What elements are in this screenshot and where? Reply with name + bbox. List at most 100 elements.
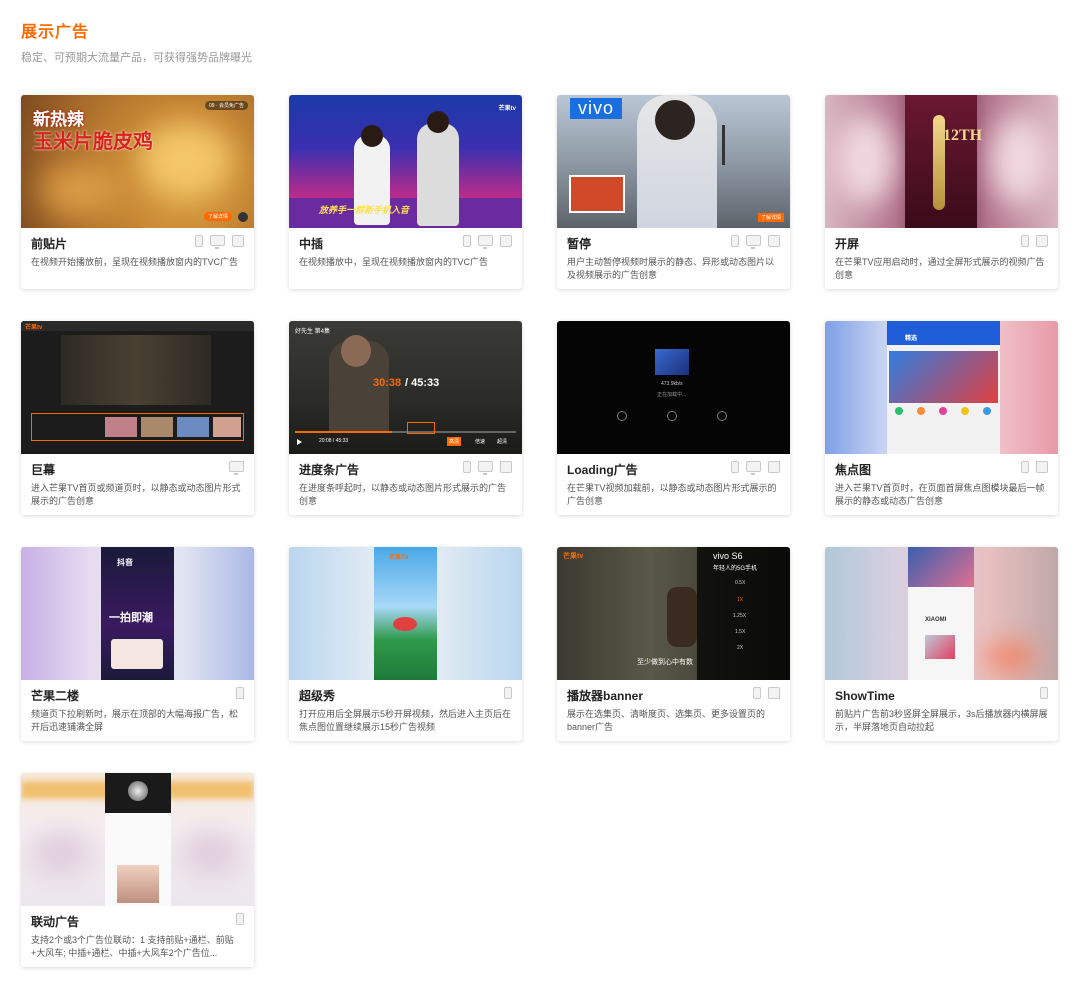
tablet-icon — [1036, 461, 1048, 473]
device-icons — [731, 235, 780, 249]
tv-icon — [746, 235, 761, 249]
tv-icon — [229, 461, 244, 475]
device-icons — [463, 235, 512, 249]
card-description: 频道页下拉刷新时，展示在顶部的大幅海报广告，松开后迅速铺满全屏 — [31, 709, 239, 732]
thumb-preroll: 新热辣 玉米片脆皮鸡 09 · 会员免广告 了解详情 — [21, 95, 254, 228]
thumb-midroll: 芒果tv 放养手一群新手机入音 — [289, 95, 522, 228]
phone-icon — [463, 461, 471, 473]
tablet-icon — [768, 235, 780, 247]
card-description: 在视频开始播放前，呈现在视频播放窗内的TVC广告 — [31, 257, 239, 267]
card-title: 焦点图 — [835, 463, 872, 477]
tablet-icon — [500, 235, 512, 247]
card-description: 展示在选集页、清晰度页、选集页、更多设置页的banner广告 — [567, 709, 766, 732]
touch-hint-icon — [717, 411, 727, 421]
card-description: 进入芒果TV首页或频道页时，以静态或动态图片形式展示的广告创意 — [31, 483, 241, 506]
card-description: 在进度条呼起时，以静态或动态图片形式展示的广告创意 — [299, 483, 507, 506]
section-subtitle: 稳定、可预期大流量产品，可获得强势品牌曝光 — [21, 52, 252, 64]
resolution-button[interactable]: 超清 — [497, 438, 507, 445]
progress-bar[interactable] — [295, 431, 516, 433]
card-title: 联动广告 — [31, 915, 80, 929]
ad-card-showtime[interactable]: XIAOMI ShowTime 前贴片广告前3秒竖屏全屏展示，3s后播放器内横屏… — [825, 547, 1058, 741]
device-icons — [229, 461, 244, 475]
ad-card-super-show[interactable]: 芒果TV 超级秀 打开应用后全屏展示5秒开屏视频，然后进入主页后在焦点图位置继续… — [289, 547, 522, 741]
card-title: 暂停 — [567, 237, 592, 251]
tablet-icon — [232, 235, 244, 247]
section-title: 展示广告 — [21, 24, 90, 41]
thumb-showtime: XIAOMI — [825, 547, 1058, 680]
touch-hint-icon — [667, 411, 677, 421]
phone-icon — [1021, 461, 1029, 473]
thumb-progress-bar: 好先生 第4集 30:38 / 45:33 20:08 / 45:33 高清 倍… — [289, 321, 522, 454]
ad-card-mango-second-floor[interactable]: 抖音 一拍即潮 芒果二楼 频道页下拉刷新时，展示在顶部的大幅海报广告，松开后迅速… — [21, 547, 254, 741]
card-title: Loading广告 — [567, 463, 638, 477]
card-title: ShowTime — [835, 689, 895, 703]
speed-option[interactable]: 1X — [737, 597, 743, 603]
card-title: 中插 — [299, 237, 324, 251]
play-icon[interactable] — [297, 439, 302, 445]
tv-icon — [210, 235, 225, 249]
speed-option[interactable]: 1.25X — [733, 613, 746, 619]
thumb-super-show: 芒果TV — [289, 547, 522, 680]
phone-icon — [236, 687, 244, 699]
touch-hint-icon — [617, 411, 627, 421]
thumb-player-banner: 芒果tv vivo S6 年轻人的5G手机 0.5X 1X 1.25X 1.5X… — [557, 547, 790, 680]
quality-badge[interactable]: 高清 — [447, 437, 462, 446]
learn-more-button[interactable]: 了解详情 — [203, 212, 232, 221]
card-description: 在视频播放中，呈现在视频播放窗内的TVC广告 — [299, 257, 489, 267]
card-title: 进度条广告 — [299, 463, 360, 477]
ad-card-focus-image[interactable]: 精选 焦点图 进入芒果TV首页时，在页面首屏焦点图模块最后一帧展示的静态或动态广… — [825, 321, 1058, 515]
device-icons — [1040, 687, 1048, 699]
ad-card-giant-screen[interactable]: 芒果tv 巨幕 进入芒果TV首页或频道页时，以静态或动态图片形式展示的广告创意 — [21, 321, 254, 515]
phone-icon — [1021, 235, 1029, 247]
phone-icon — [195, 235, 203, 247]
phone-icon — [504, 687, 512, 699]
thumb-focus-image: 精选 — [825, 321, 1058, 454]
tv-icon — [478, 235, 493, 249]
tablet-icon — [1036, 235, 1048, 247]
device-icons — [731, 461, 780, 475]
card-title: 芒果二楼 — [31, 689, 80, 703]
phone-icon — [731, 461, 739, 473]
speed-button[interactable]: 倍速 — [475, 438, 485, 445]
speed-option[interactable]: 2X — [737, 645, 743, 651]
tv-icon — [478, 461, 493, 475]
phone-icon — [236, 913, 244, 925]
learn-more-button[interactable]: 了解详情 — [757, 213, 784, 222]
card-description: 支持2个或3个广告位联动：1 支持前贴+通栏、前贴+大风车; 中插+通栏、中插+… — [31, 935, 234, 958]
phone-icon — [1040, 687, 1048, 699]
card-title: 播放器banner — [567, 689, 644, 703]
ad-product-grid: 新热辣 玉米片脆皮鸡 09 · 会员免广告 了解详情 前贴片 在视频开始播放前，… — [21, 95, 1061, 967]
ad-card-midroll[interactable]: 芒果tv 放养手一群新手机入音 中插 在视频播放中，呈现在视频播放窗内的TVC广… — [289, 95, 522, 289]
card-description: 打开应用后全屏展示5秒开屏视频，然后进入主页后在焦点图位置继续展示15秒广告视频 — [299, 709, 512, 732]
ad-card-preroll[interactable]: 新热辣 玉米片脆皮鸡 09 · 会员免广告 了解详情 前贴片 在视频开始播放前，… — [21, 95, 254, 289]
card-title: 巨幕 — [31, 463, 56, 477]
device-icons — [236, 687, 244, 699]
device-icons — [504, 687, 512, 699]
ad-card-pause[interactable]: vivo 了解详情 暂停 用户主动暂停视频时展示的静态、异形或动态图片以及视频展… — [557, 95, 790, 289]
device-icons — [753, 687, 780, 699]
ad-card-linked[interactable]: 联动广告 支持2个或3个广告位联动：1 支持前贴+通栏、前贴+大风车; 中插+通… — [21, 773, 254, 967]
device-icons — [236, 913, 244, 925]
tablet-icon — [768, 687, 780, 699]
ad-card-loading[interactable]: 473.9kb/s 正在加载中... Loading广告 在芒果TV视频加载前，… — [557, 321, 790, 515]
speed-option[interactable]: 1.5X — [735, 629, 745, 635]
thumb-giant-screen: 芒果tv — [21, 321, 254, 454]
thumb-splash: 12TH — [825, 95, 1058, 228]
device-icons — [463, 461, 512, 475]
thumb-linked — [21, 773, 254, 906]
phone-icon — [753, 687, 761, 699]
card-description: 前贴片广告前3秒竖屏全屏展示，3s后播放器内横屏展示，半屏落地页自动拉起 — [835, 709, 1048, 732]
card-description: 用户主动暂停视频时展示的静态、异形或动态图片以及视频展示的广告创意 — [567, 257, 775, 280]
speed-option[interactable]: 0.5X — [735, 580, 745, 586]
card-description: 在芒果TV应用启动时，通过全屏形式展示的视频广告创意 — [835, 257, 1045, 280]
tablet-icon — [500, 461, 512, 473]
card-description: 在芒果TV视频加载前，以静态或动态图片形式展示的广告创意 — [567, 483, 777, 506]
ad-card-splash[interactable]: 12TH 开屏 在芒果TV应用启动时，通过全屏形式展示的视频广告创意 — [825, 95, 1058, 289]
card-title: 前贴片 — [31, 237, 68, 251]
ad-card-player-banner[interactable]: 芒果tv vivo S6 年轻人的5G手机 0.5X 1X 1.25X 1.5X… — [557, 547, 790, 741]
device-icons — [1021, 235, 1048, 247]
volume-icon[interactable] — [238, 212, 248, 222]
phone-icon — [463, 235, 471, 247]
tv-icon — [746, 461, 761, 475]
ad-card-progress-bar[interactable]: 好先生 第4集 30:38 / 45:33 20:08 / 45:33 高清 倍… — [289, 321, 522, 515]
